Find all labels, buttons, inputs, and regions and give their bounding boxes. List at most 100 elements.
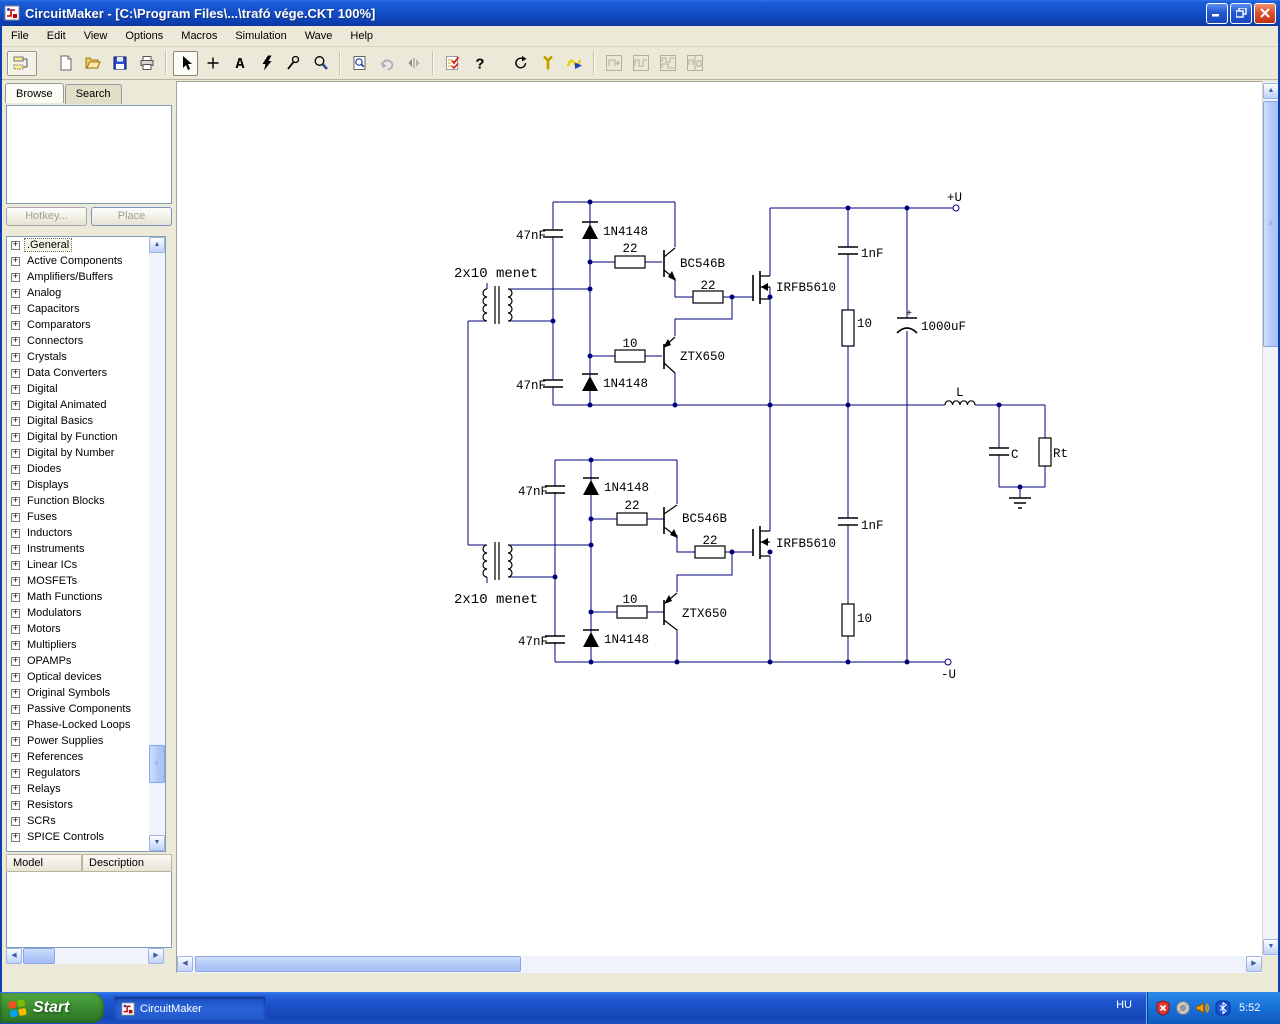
- language-indicator[interactable]: HU: [1116, 999, 1132, 1011]
- expand-icon[interactable]: +: [11, 544, 20, 554]
- menu-macros[interactable]: Macros: [172, 27, 226, 45]
- save-button[interactable]: [107, 51, 132, 76]
- tree-item[interactable]: + Multipliers: [7, 637, 151, 653]
- fit-page-button[interactable]: [347, 51, 372, 76]
- tree-item[interactable]: + Passive Components: [7, 701, 151, 717]
- tree-item[interactable]: + Optical devices: [7, 669, 151, 685]
- expand-icon[interactable]: +: [11, 640, 20, 650]
- tree-item[interactable]: + Active Components: [7, 253, 151, 269]
- expand-icon[interactable]: +: [11, 752, 20, 762]
- expand-icon[interactable]: +: [11, 464, 20, 474]
- expand-icon[interactable]: +: [11, 496, 20, 506]
- expand-icon[interactable]: +: [11, 656, 20, 666]
- zoom-tool-button[interactable]: [308, 51, 333, 76]
- tree-item[interactable]: + Inductors: [7, 525, 151, 541]
- undo-button[interactable]: [374, 51, 399, 76]
- tree-item[interactable]: + Crystals: [7, 349, 151, 365]
- close-button[interactable]: [1254, 3, 1276, 24]
- tree-item[interactable]: + Data Converters: [7, 365, 151, 381]
- digital-display-button-4[interactable]: [682, 51, 707, 76]
- menu-help[interactable]: Help: [341, 27, 382, 45]
- model-scroll-thumb[interactable]: [23, 948, 55, 964]
- arrow-tool-button[interactable]: [173, 50, 198, 76]
- tree-item[interactable]: + Diodes: [7, 461, 151, 477]
- model-column-header[interactable]: Model: [6, 854, 82, 872]
- menu-options[interactable]: Options: [116, 27, 172, 45]
- tree-item[interactable]: + Digital: [7, 381, 151, 397]
- expand-icon[interactable]: +: [11, 592, 20, 602]
- split-view-button[interactable]: [401, 51, 426, 76]
- hotkey-button[interactable]: Hotkey...: [6, 207, 87, 226]
- menu-view[interactable]: View: [75, 27, 117, 45]
- tree-item[interactable]: + Modulators: [7, 605, 151, 621]
- expand-icon[interactable]: +: [11, 528, 20, 538]
- tab-browse[interactable]: Browse: [5, 83, 64, 103]
- security-shield-icon[interactable]: [1155, 1000, 1171, 1016]
- canvas-scroll-up-button[interactable]: ▲: [1263, 83, 1279, 99]
- tree-scroll-up-button[interactable]: ▲: [149, 237, 165, 253]
- expand-icon[interactable]: +: [11, 768, 20, 778]
- gray-volume-icon[interactable]: [1175, 1000, 1191, 1016]
- start-button[interactable]: Start: [0, 993, 104, 1023]
- expand-icon[interactable]: +: [11, 560, 20, 570]
- probe-tool-button[interactable]: [281, 51, 306, 76]
- tree-item[interactable]: + Connectors: [7, 333, 151, 349]
- expand-icon[interactable]: +: [11, 416, 20, 426]
- expand-icon[interactable]: +: [11, 688, 20, 698]
- expand-icon[interactable]: +: [11, 272, 20, 282]
- canvas-scroll-right-button[interactable]: ▶: [1246, 956, 1262, 972]
- canvas-scroll-left-button[interactable]: ◀: [177, 956, 193, 972]
- tree-item[interactable]: + .General: [7, 237, 151, 253]
- tree-item[interactable]: + Instruments: [7, 541, 151, 557]
- tree-item[interactable]: + OPAMPs: [7, 653, 151, 669]
- browse-panel-button[interactable]: [7, 50, 37, 76]
- tree-item[interactable]: + Capacitors: [7, 301, 151, 317]
- wire-tool-button[interactable]: [200, 51, 225, 76]
- expand-icon[interactable]: +: [11, 384, 20, 394]
- tree-item[interactable]: + Function Blocks: [7, 493, 151, 509]
- tree-item[interactable]: + Amplifiers/Buffers: [7, 269, 151, 285]
- expand-icon[interactable]: +: [11, 240, 20, 250]
- tree-item[interactable]: + Power Supplies: [7, 733, 151, 749]
- tree-item[interactable]: + References: [7, 749, 151, 765]
- expand-icon[interactable]: +: [11, 736, 20, 746]
- tree-item[interactable]: + Digital by Function: [7, 429, 151, 445]
- tree-item[interactable]: + Original Symbols: [7, 685, 151, 701]
- expand-icon[interactable]: +: [11, 608, 20, 618]
- reset-button[interactable]: [508, 51, 533, 76]
- tab-search[interactable]: Search: [64, 84, 122, 104]
- tree-item[interactable]: + Relays: [7, 781, 151, 797]
- menu-file[interactable]: File: [2, 27, 38, 45]
- tree-item[interactable]: + SCRs: [7, 813, 151, 829]
- expand-icon[interactable]: +: [11, 368, 20, 378]
- waveforms-button[interactable]: [562, 51, 587, 76]
- expand-icon[interactable]: +: [11, 432, 20, 442]
- expand-icon[interactable]: +: [11, 832, 20, 842]
- place-button[interactable]: Place: [91, 207, 172, 226]
- canvas-vertical-scrollbar[interactable]: ▲ ≡ ▼: [1262, 82, 1279, 956]
- print-button[interactable]: [134, 51, 159, 76]
- expand-icon[interactable]: +: [11, 256, 20, 266]
- tree-item[interactable]: + Fuses: [7, 509, 151, 525]
- expand-icon[interactable]: +: [11, 448, 20, 458]
- tree-item[interactable]: + Resistors: [7, 797, 151, 813]
- expand-icon[interactable]: +: [11, 352, 20, 362]
- expand-icon[interactable]: +: [11, 800, 20, 810]
- menu-edit[interactable]: Edit: [38, 27, 75, 45]
- expand-icon[interactable]: +: [11, 400, 20, 410]
- help-button[interactable]: ?: [467, 51, 492, 76]
- tree-item[interactable]: + Motors: [7, 621, 151, 637]
- menu-wave[interactable]: Wave: [296, 27, 342, 45]
- model-scrollbar[interactable]: ◀ ▶: [6, 948, 164, 964]
- tree-scroll-down-button[interactable]: ▼: [149, 835, 165, 851]
- schematic-drawing[interactable]: +U 1nF 10 +1000uF 47nF 1N4148 2x10 menet 22 BC54…: [177, 81, 1262, 956]
- expand-icon[interactable]: +: [11, 288, 20, 298]
- tree-item[interactable]: + Displays: [7, 477, 151, 493]
- restore-button[interactable]: [1230, 3, 1252, 24]
- tree-item[interactable]: + Math Functions: [7, 589, 151, 605]
- expand-icon[interactable]: +: [11, 784, 20, 794]
- canvas-scroll-down-button[interactable]: ▼: [1263, 939, 1279, 955]
- tree-item[interactable]: + MOSFETs: [7, 573, 151, 589]
- tree-item[interactable]: + Regulators: [7, 765, 151, 781]
- bluetooth-icon[interactable]: [1215, 1000, 1231, 1016]
